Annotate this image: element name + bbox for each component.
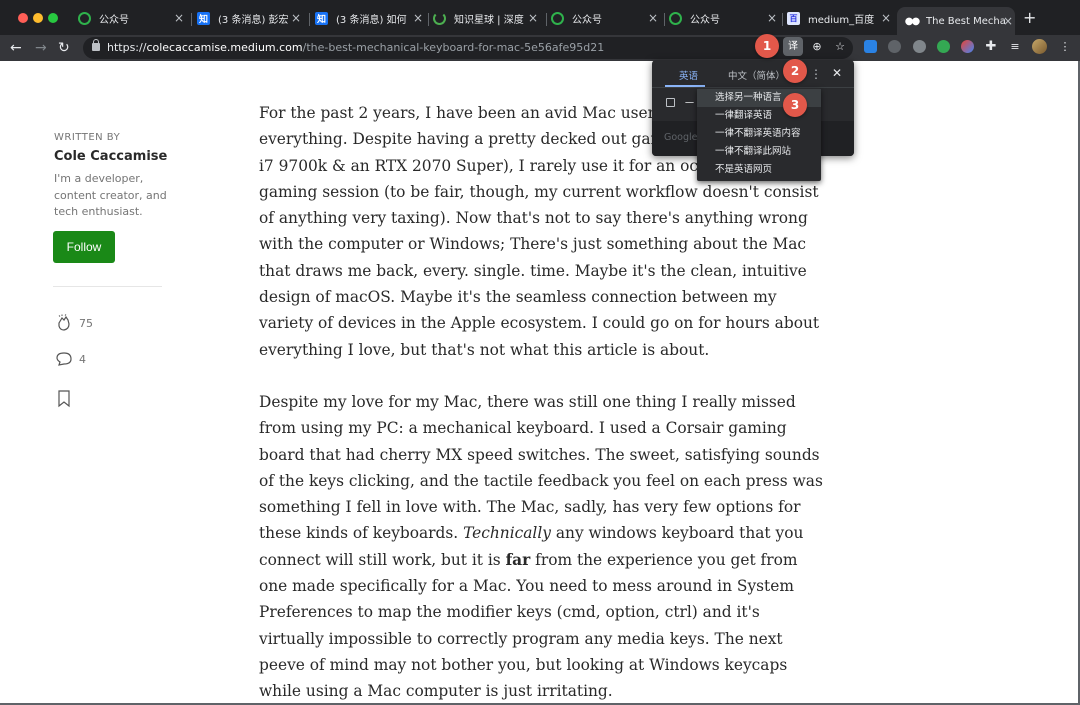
- chrome-menu-icon[interactable]: ⋮: [1058, 40, 1072, 54]
- close-tab-icon[interactable]: ×: [413, 11, 423, 25]
- close-tab-icon[interactable]: ×: [174, 11, 184, 25]
- medium-icon: ●●: [904, 15, 920, 27]
- step-badge: 3: [783, 93, 807, 117]
- tab-title: (3 条消息) 如何: [336, 15, 407, 26]
- browser-tab[interactable]: 知 (3 条消息) 如何 ×: [315, 8, 425, 29]
- zoom-icon[interactable]: ⊕: [810, 40, 824, 54]
- close-tab-icon[interactable]: ×: [767, 11, 777, 25]
- sidebar-divider: [53, 286, 162, 287]
- comment-icon[interactable]: [54, 349, 74, 369]
- follow-button[interactable]: Follow: [53, 231, 115, 263]
- check-extension-icon[interactable]: [937, 40, 950, 53]
- download-extension-icon[interactable]: [864, 40, 877, 53]
- author-bio: I'm a developer, content creator, and te…: [54, 172, 167, 218]
- clap-stat[interactable]: 75: [54, 313, 93, 333]
- tab-target-language[interactable]: 中文（简体）: [728, 68, 785, 82]
- browser-tab[interactable]: 公众号 ×: [669, 8, 779, 29]
- browser-tab[interactable]: 公众号 ×: [78, 8, 186, 29]
- close-tab-icon[interactable]: ×: [648, 11, 658, 25]
- author-name[interactable]: Cole Caccamise: [54, 149, 167, 164]
- response-stat[interactable]: 4: [54, 349, 86, 369]
- clap-count: 75: [79, 316, 93, 330]
- url-scheme: https://: [107, 41, 147, 54]
- url-host: colecaccamise.medium.com: [146, 41, 303, 54]
- always-translate-checkbox[interactable]: [666, 98, 675, 107]
- step-badge: 2: [783, 59, 807, 83]
- clap-icon[interactable]: [54, 313, 74, 333]
- step-badge: 1: [755, 34, 779, 58]
- translate-icon[interactable]: 译: [783, 37, 803, 56]
- wechat-icon: [551, 12, 564, 25]
- bookmark-icon[interactable]: [54, 389, 74, 409]
- tab-title: 公众号: [690, 15, 720, 26]
- close-tab-icon[interactable]: ×: [291, 11, 301, 25]
- extension-icon[interactable]: [913, 40, 926, 53]
- back-button[interactable]: ←: [10, 38, 22, 58]
- browser-tab-active[interactable]: ●● The Best Mecha ×: [897, 7, 1015, 35]
- tab-title: 公众号: [99, 15, 129, 26]
- browser-tab[interactable]: 知 (3 条消息) 彭宏 ×: [197, 8, 303, 29]
- response-count: 4: [79, 352, 86, 366]
- profile-avatar[interactable]: [1032, 39, 1047, 54]
- zhihu-icon: 知: [315, 12, 328, 25]
- tab-strip: 公众号 × 知 (3 条消息) 彭宏 × 知 (3 条消息) 如何 × 知识星球…: [0, 0, 1080, 35]
- paragraph: Despite my love for my Mac, there was st…: [259, 392, 823, 701]
- baidu-icon: 百: [787, 12, 800, 25]
- browser-tab[interactable]: 知识星球 | 深度 ×: [433, 8, 540, 29]
- tab-title: The Best Mecha: [926, 15, 1006, 27]
- close-tab-icon[interactable]: ×: [1003, 14, 1013, 28]
- menu-item-never-translate-site[interactable]: 一律不翻译此网站: [697, 143, 821, 161]
- close-tab-icon[interactable]: ×: [881, 11, 891, 25]
- color-extension-icon[interactable]: [961, 40, 974, 53]
- new-tab-button[interactable]: +: [1023, 10, 1036, 26]
- reload-button[interactable]: ↻: [58, 38, 70, 58]
- close-icon[interactable]: ✕: [832, 66, 842, 80]
- close-window-button[interactable]: [18, 13, 28, 23]
- puzzle-extensions-icon[interactable]: ✚: [984, 40, 998, 54]
- browser-tab[interactable]: 百 medium_百度 ×: [787, 8, 893, 29]
- menu-item-never-translate-language[interactable]: 一律不翻译英语内容: [697, 125, 821, 143]
- checkbox-label: 一: [685, 99, 695, 109]
- tab-source-language[interactable]: 英语: [679, 68, 698, 82]
- wechat-icon: [669, 12, 682, 25]
- bookmark-star-icon[interactable]: ☆: [833, 40, 847, 54]
- reading-list-icon[interactable]: ≡: [1008, 40, 1022, 54]
- glasses-extension-icon[interactable]: [888, 40, 901, 53]
- wechat-icon: [78, 12, 91, 25]
- bookmark-stat[interactable]: [54, 389, 79, 409]
- forward-button[interactable]: →: [35, 38, 47, 58]
- tab-title: 公众号: [572, 15, 602, 26]
- article-page: WRITTEN BY Cole Caccamise I'm a develope…: [0, 61, 1080, 705]
- url-path: /the-best-mechanical-keyboard-for-mac-5e…: [302, 41, 605, 54]
- loading-icon: [433, 12, 446, 25]
- menu-item-not-english[interactable]: 不是英语网页: [697, 161, 821, 179]
- google-logo: Google: [664, 132, 698, 143]
- zoom-window-button[interactable]: [48, 13, 58, 23]
- zhihu-icon: 知: [197, 12, 210, 25]
- close-tab-icon[interactable]: ×: [528, 11, 538, 25]
- written-by-label: WRITTEN BY: [54, 132, 121, 143]
- browser-tab[interactable]: 公众号 ×: [551, 8, 660, 29]
- more-options-icon[interactable]: ⋮: [810, 67, 822, 81]
- lock-icon: [92, 39, 100, 51]
- article-body: For the past 2 years, I have been an avi…: [259, 100, 824, 705]
- address-bar[interactable]: https://colecaccamise.medium.com/the-bes…: [83, 37, 853, 59]
- minimize-window-button[interactable]: [33, 13, 43, 23]
